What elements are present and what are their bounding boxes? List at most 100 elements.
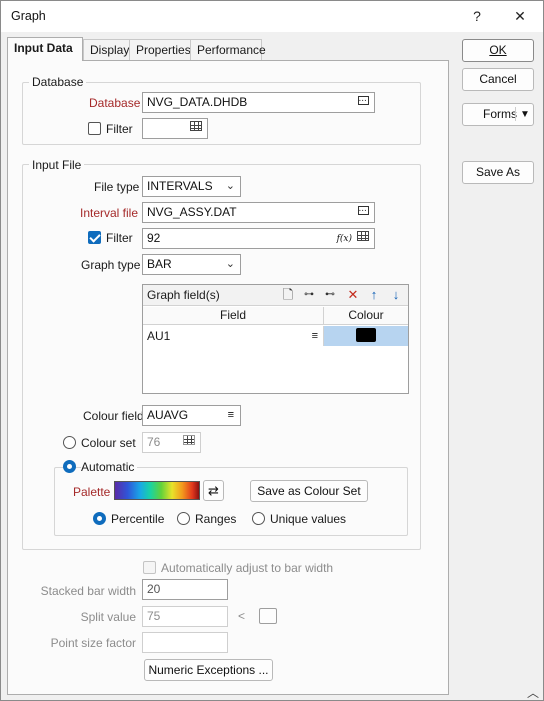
interval-file-value: NVG_ASSY.DAT <box>147 205 237 219</box>
insert-row-icon[interactable]: ⊶ <box>302 288 316 302</box>
input-file-group-label: Input File <box>29 158 85 172</box>
unique-values-label: Unique values <box>270 512 347 526</box>
table-icon[interactable] <box>181 435 197 450</box>
table-icon[interactable] <box>188 121 204 136</box>
graph-fields-toolbar: Graph field(s) 🗋 ⊶ ⊷ ✕ ↑ ↓ <box>143 285 408 306</box>
split-value-value: 75 <box>147 609 161 623</box>
graph-type-value: BAR <box>147 257 172 271</box>
numeric-exceptions-button[interactable]: Numeric Exceptions ... <box>144 659 273 681</box>
file-type-label: File type <box>94 180 140 194</box>
colour-set-value: 76 <box>147 435 161 449</box>
cancel-label: Cancel <box>479 72 517 86</box>
auto-adjust-label: Automatically adjust to bar width <box>161 561 334 575</box>
database-value: NVG_DATA.DHDB <box>147 95 248 109</box>
ranges-label: Ranges <box>195 512 237 526</box>
stacked-bar-width-value: 20 <box>147 582 161 596</box>
input-filter-field[interactable]: 92 f(x) <box>142 228 375 249</box>
ranges-radio[interactable] <box>177 512 190 525</box>
colour-field-input[interactable]: AUAVG ≡ <box>142 405 241 426</box>
table-icon[interactable] <box>355 231 371 246</box>
function-icon[interactable]: f(x) <box>337 230 352 248</box>
graph-fields-title: Graph field(s) <box>147 288 220 302</box>
colour-set-label: Colour set <box>81 436 136 450</box>
title-bar: Graph ? ✕ <box>1 1 543 32</box>
field-column-header[interactable]: Field <box>143 307 324 325</box>
browse-icon[interactable] <box>355 203 371 220</box>
database-filter-label: Filter <box>106 122 133 136</box>
field-cell: AU1 <box>147 329 171 343</box>
list-icon[interactable]: ≡ <box>228 406 234 425</box>
percentile-label: Percentile <box>111 512 165 526</box>
graph-fields-grid: Graph field(s) 🗋 ⊶ ⊷ ✕ ↑ ↓ Field Colour … <box>142 284 409 394</box>
colour-set-radio[interactable] <box>63 436 76 449</box>
database-label: Database <box>89 96 141 110</box>
save-as-colour-set-button[interactable]: Save as Colour Set <box>250 480 368 502</box>
percentile-radio[interactable] <box>93 512 106 525</box>
point-size-factor-field[interactable] <box>142 632 228 653</box>
split-compare-symbol: < <box>238 609 246 623</box>
graph-dialog: Graph ? ✕ Input Data Display Properties … <box>0 0 544 701</box>
window-title: Graph <box>11 9 46 23</box>
interval-file-label: Interval file <box>80 206 139 220</box>
save-as-button[interactable]: Save As <box>462 161 534 184</box>
split-value-field[interactable]: 75 <box>142 606 228 627</box>
ok-button[interactable]: OK <box>462 39 534 62</box>
graph-type-select[interactable]: BAR ⌄ <box>142 254 241 275</box>
forms-button[interactable]: Forms ▼ <box>462 103 534 126</box>
palette-gradient[interactable] <box>114 481 200 500</box>
delete-icon[interactable]: ✕ <box>346 288 360 302</box>
browse-icon[interactable] <box>355 93 371 110</box>
split-colour-swatch[interactable] <box>259 608 277 624</box>
help-icon[interactable]: ? <box>466 5 488 27</box>
forms-label: Forms <box>483 107 517 121</box>
colour-cell[interactable] <box>324 326 408 346</box>
list-icon[interactable]: ≡ <box>312 326 318 346</box>
tab-input-data[interactable]: Input Data <box>7 37 83 61</box>
database-field[interactable]: NVG_DATA.DHDB <box>142 92 375 113</box>
input-filter-checkbox[interactable] <box>88 231 101 244</box>
stacked-bar-width-label: Stacked bar width <box>40 584 136 598</box>
input-filter-label: Filter <box>106 231 133 245</box>
database-group-label: Database <box>29 75 87 89</box>
forms-separator <box>515 107 516 121</box>
colour-swatch[interactable] <box>356 328 376 342</box>
colour-column-header[interactable]: Colour <box>324 307 408 325</box>
unique-values-radio[interactable] <box>252 512 265 525</box>
chevron-down-icon[interactable]: ▼ <box>520 104 530 125</box>
numeric-exceptions-label: Numeric Exceptions ... <box>148 663 269 677</box>
point-size-factor-label: Point size factor <box>50 636 136 650</box>
colour-field-value: AUAVG <box>147 408 189 422</box>
move-up-icon[interactable]: ↑ <box>367 288 381 302</box>
tab-performance[interactable]: Performance <box>190 39 266 61</box>
stacked-bar-width-field[interactable]: 20 <box>142 579 228 600</box>
palette-label: Palette <box>73 485 111 499</box>
split-value-label: Split value <box>80 610 136 624</box>
graph-type-label: Graph type <box>81 258 141 272</box>
close-icon[interactable]: ✕ <box>509 5 531 27</box>
database-filter-field[interactable] <box>142 118 208 139</box>
ok-label: OK <box>489 43 507 57</box>
database-filter-checkbox[interactable] <box>88 122 101 135</box>
file-type-value: INTERVALS <box>147 179 213 193</box>
cancel-button[interactable]: Cancel <box>462 68 534 91</box>
automatic-label: Automatic <box>81 460 138 474</box>
move-down-icon[interactable]: ↓ <box>389 288 403 302</box>
chevron-up-icon[interactable]: ︿ <box>527 684 539 701</box>
swap-icon[interactable]: ⇄ <box>203 480 224 501</box>
automatic-radio[interactable] <box>63 460 76 473</box>
interval-file-field[interactable]: NVG_ASSY.DAT <box>142 202 375 223</box>
append-row-icon[interactable]: ⊷ <box>323 288 337 302</box>
chevron-down-icon: ⌄ <box>225 180 235 192</box>
file-type-select[interactable]: INTERVALS ⌄ <box>142 176 241 197</box>
auto-adjust-checkbox[interactable] <box>143 561 156 574</box>
chevron-down-icon: ⌄ <box>225 258 235 270</box>
tab-display[interactable]: Display <box>83 39 130 61</box>
table-row[interactable]: AU1 ≡ <box>143 326 324 346</box>
colour-field-label: Colour field <box>83 409 144 423</box>
new-row-icon[interactable]: 🗋 <box>281 288 295 302</box>
save-as-label: Save As <box>475 165 521 179</box>
input-filter-value: 92 <box>147 231 161 245</box>
tab-properties[interactable]: Properties <box>129 39 191 61</box>
colour-set-field[interactable]: 76 <box>142 432 201 453</box>
save-as-colour-set-label: Save as Colour Set <box>257 484 361 498</box>
